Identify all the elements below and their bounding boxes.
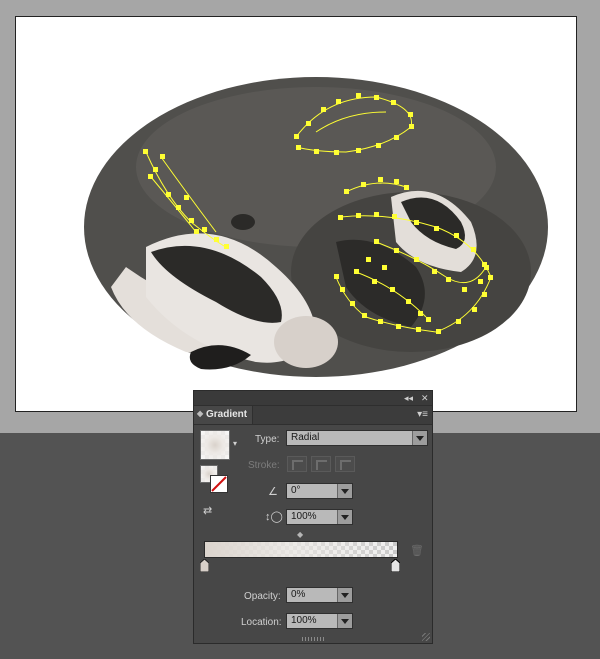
gradient-slider[interactable] [204, 541, 398, 558]
chevron-down-icon[interactable] [337, 588, 352, 602]
aspect-ratio-icon: ↕◯ [265, 511, 283, 523]
tab-expand-icon: ◆ [197, 409, 204, 418]
stroke-label: Stroke: [248, 460, 280, 471]
badger-snout [274, 316, 338, 368]
panel-tab-row: ◆ Gradient ▾≡ [194, 406, 432, 425]
gradient-preview-swatch[interactable] [200, 430, 230, 460]
angle-field-value: 0° [291, 485, 301, 496]
aspect-ratio-field[interactable]: 100% [286, 509, 353, 525]
collapse-panel-button[interactable]: ◂◂ [404, 392, 413, 404]
panel-titlebar[interactable]: ◂◂ ✕ [194, 391, 432, 406]
location-field-value: 100% [291, 615, 317, 626]
location-field[interactable]: 100% [286, 613, 353, 629]
type-label: Type: [255, 434, 280, 445]
resize-handle-icon[interactable] [422, 633, 430, 641]
chevron-down-icon [412, 431, 427, 445]
reverse-gradient-icon[interactable]: ⇄ [203, 504, 212, 517]
badger-ear [231, 214, 255, 230]
chevron-down-icon[interactable] [337, 484, 352, 498]
panel-menu-icon[interactable]: ▾≡ [417, 409, 428, 420]
stroke-along-button[interactable] [311, 456, 331, 472]
opacity-label: Opacity: [244, 591, 281, 602]
badger-illustration[interactable] [16, 17, 576, 411]
gradient-panel[interactable]: ◂◂ ✕ ◆ Gradient ▾≡ ▾ Type: Radial ⇄ Stro… [193, 390, 433, 644]
stroke-within-button[interactable] [287, 456, 307, 472]
midpoint-diamond-icon[interactable]: ◆ [297, 530, 303, 539]
panel-gripper[interactable] [302, 637, 324, 641]
gradient-preset-dropdown-icon[interactable]: ▾ [233, 439, 237, 448]
color-stop-left[interactable] [200, 559, 209, 572]
opacity-field[interactable]: 0% [286, 587, 353, 603]
stroke-swatch[interactable] [210, 475, 228, 493]
tab-gradient[interactable]: ◆ Gradient [194, 406, 253, 424]
close-panel-button[interactable]: ✕ [421, 392, 429, 404]
chevron-down-icon[interactable] [337, 510, 352, 524]
location-label: Location: [241, 617, 282, 628]
type-select-value: Radial [291, 432, 320, 443]
tab-gradient-label: Gradient [206, 409, 248, 420]
aspect-ratio-field-value: 100% [291, 511, 317, 522]
trash-icon[interactable]: 🗑 [410, 544, 424, 557]
color-stop-right[interactable] [391, 559, 400, 572]
stroke-across-button[interactable] [335, 456, 355, 472]
type-select[interactable]: Radial [286, 430, 428, 446]
angle-field[interactable]: 0° [286, 483, 353, 499]
opacity-field-value: 0% [291, 589, 306, 600]
artboard[interactable] [15, 16, 577, 412]
angle-icon: ∠ [268, 486, 278, 498]
chevron-down-icon[interactable] [337, 614, 352, 628]
no-stroke-icon [211, 476, 227, 492]
